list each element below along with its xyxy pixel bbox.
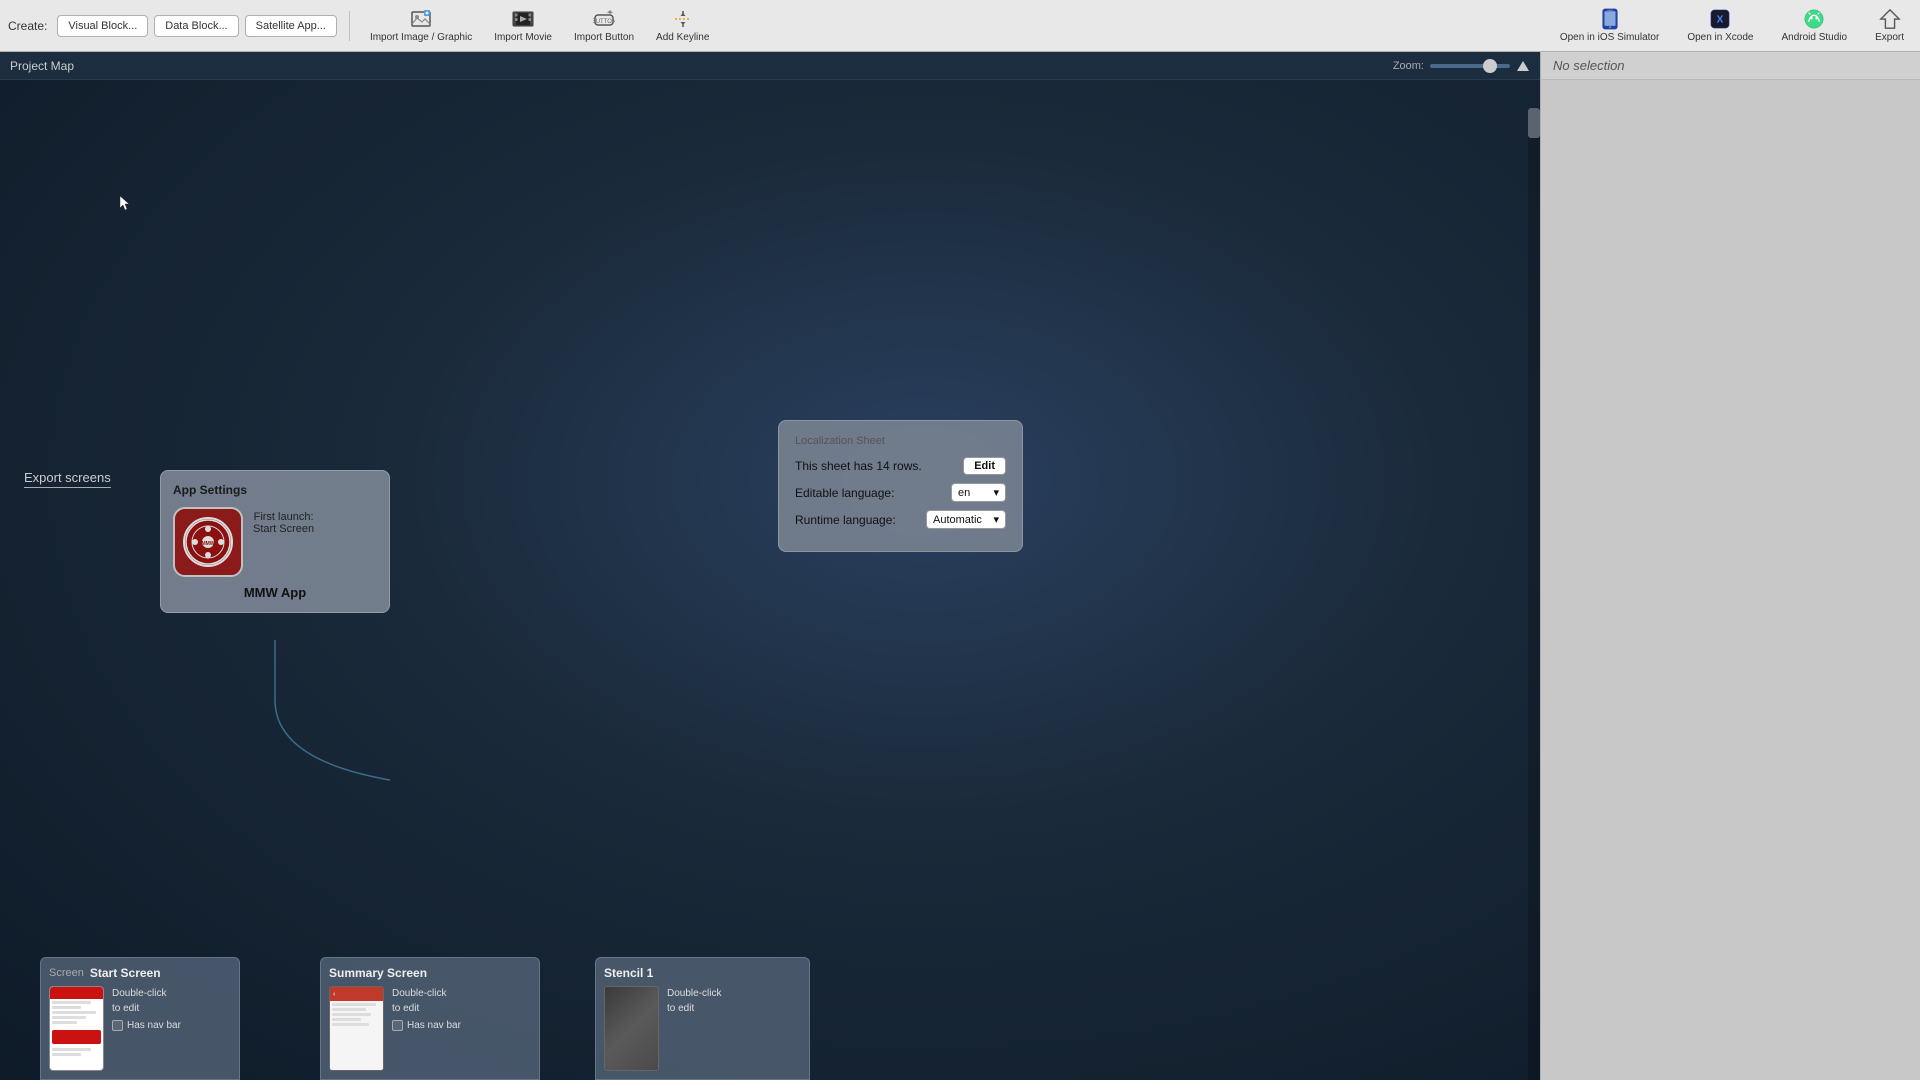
android-studio-icon — [1803, 8, 1825, 30]
start-screen-body: Double-click to edit Has nav bar — [49, 986, 231, 1071]
no-selection-text: No selection — [1553, 58, 1625, 73]
localization-title: Localization Sheet — [795, 435, 1006, 447]
summary-screen-info: Double-click to edit Has nav bar — [392, 986, 461, 1031]
canvas-area[interactable]: Project Map Zoom: E — [0, 52, 1540, 1080]
export-icon — [1879, 8, 1901, 30]
open-ios-label: Open in iOS Simulator — [1560, 32, 1660, 43]
create-label: Create: — [8, 19, 47, 33]
stencil-body: Double-click to edit — [604, 986, 801, 1071]
app-settings-title: App Settings — [173, 483, 377, 497]
editable-language-value: en — [958, 487, 970, 499]
summary-nav-bar-checkbox-box[interactable] — [392, 1020, 403, 1031]
stencil-info: Double-click to edit — [667, 986, 721, 1016]
app-logo: MMW — [173, 507, 243, 577]
zoom-label: Zoom: — [1393, 60, 1424, 72]
right-panel-content — [1541, 80, 1920, 1080]
localization-rows-text: This sheet has 14 rows. — [795, 459, 922, 473]
summary-screen-title: Summary Screen — [329, 966, 427, 980]
localization-edit-button[interactable]: Edit — [963, 457, 1006, 475]
canvas-scrollbar[interactable] — [1528, 108, 1540, 1080]
data-block-button[interactable]: Data Block... — [154, 15, 238, 37]
svg-text:X: X — [1717, 15, 1724, 26]
import-movie-label: Import Movie — [494, 32, 552, 43]
editable-language-label: Editable language: — [795, 486, 894, 500]
localization-runtime-lang-row: Runtime language: Automatic ▾ — [795, 510, 1006, 529]
editable-lang-chevron-icon: ▾ — [993, 486, 999, 499]
import-button-icon: BUTTON — [593, 8, 615, 30]
import-button-button[interactable]: BUTTON Import Button — [566, 6, 642, 45]
right-panel-header: No selection — [1541, 52, 1920, 80]
localization-editable-lang-row: Editable language: en ▾ — [795, 483, 1006, 502]
export-label: Export — [1875, 32, 1904, 43]
canvas-title: Project Map — [10, 59, 74, 73]
screen-label: Screen — [49, 967, 84, 979]
runtime-language-label: Runtime language: — [795, 513, 896, 527]
import-image-button[interactable]: Import Image / Graphic — [362, 6, 480, 45]
canvas-scrollbar-thumb[interactable] — [1528, 108, 1540, 138]
stencil-thumbnail — [604, 986, 659, 1071]
summary-screen-nav-bar-checkbox[interactable]: Has nav bar — [392, 1020, 461, 1031]
svg-text:BUTTON: BUTTON — [593, 19, 615, 25]
separator-1 — [349, 11, 350, 41]
svg-text:MMW: MMW — [201, 541, 214, 547]
app-settings-card[interactable]: App Settings — [160, 470, 390, 613]
zoom-slider[interactable] — [1430, 64, 1510, 68]
add-keyline-button[interactable]: Add Keyline — [648, 6, 717, 45]
ios-simulator-icon — [1599, 8, 1621, 30]
start-screen-info: Double-click to edit Has nav bar — [112, 986, 181, 1031]
summary-screen-card[interactable]: Summary Screen ‹ — [320, 957, 540, 1080]
zoom-triangle-icon — [1516, 59, 1530, 73]
stencil-title: Stencil 1 — [604, 966, 653, 980]
import-image-icon — [410, 8, 432, 30]
import-button-label: Import Button — [574, 32, 634, 43]
app-settings-content: MMW First launch: Start Screen — [173, 507, 377, 577]
zoom-control: Zoom: — [1393, 59, 1530, 73]
add-keyline-icon — [672, 8, 694, 30]
import-movie-icon — [512, 8, 534, 30]
start-screen-thumbnail — [49, 986, 104, 1071]
summary-screen-body: ‹ Double-click to edit — [329, 986, 531, 1071]
app-logo-inner: MMW — [183, 517, 233, 567]
start-screen-title: Start Screen — [90, 966, 161, 980]
start-screen-card[interactable]: Screen Start Screen — [40, 957, 240, 1080]
canvas-header: Project Map Zoom: — [0, 52, 1540, 80]
localization-panel[interactable]: Localization Sheet This sheet has 14 row… — [778, 420, 1023, 552]
visual-block-button[interactable]: Visual Block... — [57, 15, 148, 37]
start-screen-nav-bar-checkbox[interactable]: Has nav bar — [112, 1020, 181, 1031]
satellite-app-button[interactable]: Satellite App... — [245, 15, 337, 37]
toolbar: Create: Visual Block... Data Block... Sa… — [0, 0, 1920, 52]
app-first-launch: First launch: Start Screen — [253, 511, 314, 535]
open-xcode-label: Open in Xcode — [1687, 32, 1753, 43]
toolbar-right: Open in iOS Simulator X Open in Xcode An… — [1552, 6, 1912, 45]
export-button[interactable]: Export — [1867, 6, 1912, 45]
localization-rows-row: This sheet has 14 rows. Edit — [795, 457, 1006, 475]
open-ios-simulator-button[interactable]: Open in iOS Simulator — [1552, 6, 1668, 45]
runtime-language-select[interactable]: Automatic ▾ — [926, 510, 1006, 529]
cursor — [120, 196, 132, 208]
android-studio-label: Android Studio — [1781, 32, 1847, 43]
stencil-thumb-bg — [605, 987, 658, 1070]
xcode-icon: X — [1709, 8, 1731, 30]
stencil-card[interactable]: Stencil 1 Double-click to edit — [595, 957, 810, 1080]
import-movie-button[interactable]: Import Movie — [486, 6, 560, 45]
app-name: MMW App — [173, 585, 377, 600]
right-panel: No selection — [1540, 52, 1920, 1080]
editable-language-select[interactable]: en ▾ — [951, 483, 1006, 502]
runtime-lang-chevron-icon: ▾ — [993, 513, 999, 526]
open-xcode-button[interactable]: X Open in Xcode — [1679, 6, 1761, 45]
main-area: Project Map Zoom: E — [0, 52, 1920, 1080]
nav-bar-checkbox-box[interactable] — [112, 1020, 123, 1031]
android-studio-button[interactable]: Android Studio — [1773, 6, 1855, 45]
export-screens-label: Export screens — [24, 470, 111, 488]
canvas-background[interactable]: Export screens App Settings — [0, 80, 1540, 1080]
add-keyline-label: Add Keyline — [656, 32, 709, 43]
import-image-label: Import Image / Graphic — [370, 32, 472, 43]
summary-screen-thumbnail: ‹ — [329, 986, 384, 1071]
runtime-language-value: Automatic — [933, 514, 982, 526]
